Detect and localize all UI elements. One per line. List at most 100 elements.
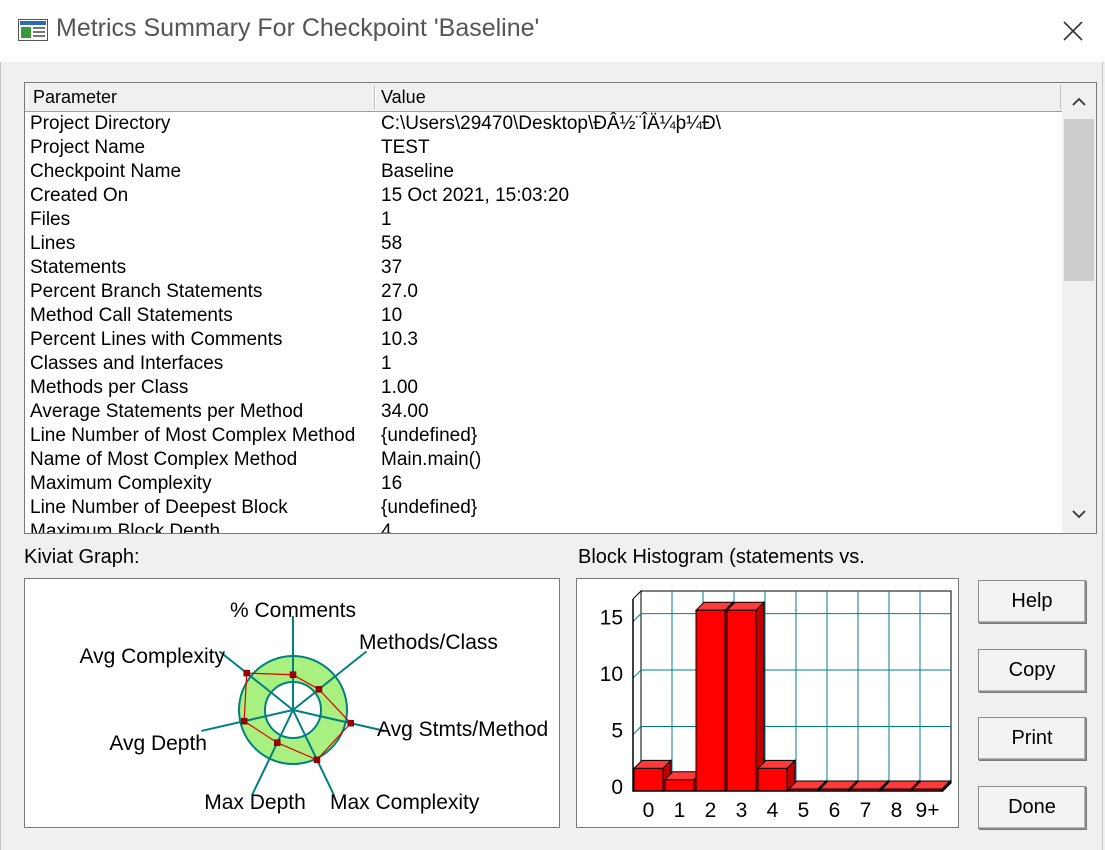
kiviat-axis-label: Max Depth (204, 791, 306, 814)
row-parameter: Files (30, 209, 71, 230)
list-header: Parameter Value (25, 83, 1062, 112)
histogram-bar (757, 767, 788, 792)
row-value: {undefined} (381, 497, 478, 518)
row-parameter: Project Directory (30, 113, 171, 134)
table-row[interactable]: Classes and Interfaces 1 (25, 352, 1062, 376)
row-value: 58 (381, 233, 403, 254)
row-parameter: Name of Most Complex Method (30, 449, 298, 470)
table-row[interactable]: Line Number of Most Complex Method {undef… (25, 424, 1062, 448)
done-button[interactable]: Done (978, 786, 1086, 829)
help-button[interactable]: Help (978, 580, 1086, 623)
histogram-x-tick: 4 (767, 799, 779, 822)
kiviat-point (240, 717, 248, 725)
scroll-up-button[interactable] (1062, 85, 1096, 119)
kiviat-axis-label: Avg Depth (109, 732, 207, 755)
table-row[interactable]: Checkpoint Name Baseline (25, 160, 1062, 184)
row-parameter: Checkpoint Name (30, 161, 182, 182)
app-icon (18, 19, 48, 41)
scroll-down-button[interactable] (1062, 497, 1096, 531)
window-title: Metrics Summary For Checkpoint 'Baseline… (56, 14, 540, 42)
table-row[interactable]: Method Call Statements 10 (25, 304, 1062, 328)
row-value: 27.0 (381, 281, 418, 302)
kiviat-point (289, 671, 297, 678)
table-row[interactable]: Created On 15 Oct 2021, 15:03:20 (25, 184, 1062, 208)
histogram-bar (695, 609, 726, 792)
kiviat-svg: % CommentsMethods/Class Avg Stmts/Method M… (79, 599, 548, 814)
histogram-bar (633, 767, 664, 792)
table-row[interactable]: Statements 37 (25, 256, 1062, 280)
table-row[interactable]: Percent Branch Statements 27.0 (25, 280, 1062, 304)
histogram-bar (726, 609, 757, 792)
kiviat-axis-label: Avg Stmts/Method (377, 718, 548, 741)
table-row[interactable]: Line Number of Deepest Block {undefined} (25, 496, 1062, 520)
row-value: 10 (381, 305, 403, 326)
row-parameter: Statements (30, 257, 127, 278)
kiviat-point (273, 739, 281, 746)
histogram-x-tick: 9+ (916, 799, 940, 822)
histogram-y-tick: 15 (600, 607, 623, 630)
kiviat-point (315, 686, 323, 693)
table-row[interactable]: Percent Lines with Comments 10.3 (25, 328, 1062, 352)
row-parameter: Methods per Class (30, 377, 189, 398)
histogram-x-tick: 7 (860, 799, 872, 822)
table-row[interactable]: Methods per Class 1.00 (25, 376, 1062, 400)
close-icon (1063, 21, 1083, 41)
table-row[interactable]: Project Directory C:\Users\29470\Desktop\… (25, 112, 1062, 136)
kiviat-point (313, 756, 321, 764)
row-parameter: Project Name (30, 137, 146, 158)
row-value: C:\Users\29470\Desktop\ÐÂ½¨ÎÄ¼þ¼Ð\ (381, 113, 722, 134)
row-parameter: Maximum Block Depth (30, 521, 221, 534)
close-button[interactable] (1050, 8, 1096, 54)
row-value: 1 (381, 353, 392, 374)
kiviat-axis-label: Max Complexity (330, 791, 480, 814)
table-row[interactable]: Files 1 (25, 208, 1062, 232)
row-value: 10.3 (381, 329, 418, 350)
copy-button[interactable]: Copy (978, 649, 1086, 692)
table-row[interactable]: Lines 58 (25, 232, 1062, 256)
kiviat-graph-label: Kiviat Graph: (24, 546, 140, 568)
kiviat-point (347, 719, 354, 727)
row-value: 34.00 (381, 401, 429, 422)
list-rows: Project Directory C:\Users\29470\Desktop\… (25, 112, 1062, 534)
histogram-x-tick: 2 (705, 799, 717, 822)
row-parameter: Average Statements per Method (30, 401, 304, 422)
vertical-scrollbar[interactable] (1062, 83, 1096, 533)
histogram-x-tick: 5 (798, 799, 810, 822)
kiviat-graph: % Comments Methods/Class Avg Stmts/Method M… (24, 578, 560, 828)
print-button[interactable]: Print (978, 717, 1086, 760)
table-row[interactable]: Name of Most Complex Method Main.main() (25, 448, 1062, 472)
histogram-y-tick: 0 (611, 776, 623, 799)
row-value: 1.00 (381, 377, 418, 398)
block-histogram: 0 5 10 15 0 1 2 3 4 5 6 7 8 9+ (576, 578, 959, 828)
histogram-x-tick: 8 (891, 799, 903, 822)
row-value: 37 (381, 257, 403, 278)
histogram-bar-side (755, 601, 765, 793)
row-value: 1 (381, 209, 392, 230)
row-parameter: Percent Branch Statements (30, 281, 263, 302)
histogram-x-tick: 0 (643, 799, 655, 822)
table-row[interactable]: Project Name TEST (25, 136, 1062, 160)
metrics-list[interactable]: Parameter Value Project Directory C:\User… (24, 82, 1097, 534)
histogram-bar (664, 779, 695, 792)
table-row[interactable]: Maximum Complexity 16 (25, 472, 1062, 496)
kiviat-axis-label: Avg Complexity (79, 645, 225, 668)
chevron-up-icon (1072, 97, 1086, 106)
row-parameter: Classes and Interfaces (30, 353, 224, 374)
histogram-y-tick: 5 (611, 720, 623, 743)
column-header-parameter[interactable]: Parameter (27, 85, 375, 109)
kiviat-axis-label: % Comments (230, 599, 356, 622)
histogram-x-tick: 6 (829, 799, 841, 822)
kiviat-axis-label: Methods/Class (359, 631, 498, 654)
row-value: {undefined} (381, 425, 478, 446)
column-header-value[interactable]: Value (375, 85, 1061, 109)
table-row[interactable]: Average Statements per Method 34.00 (25, 400, 1062, 424)
row-parameter: Line Number of Most Complex Method (30, 425, 356, 446)
scroll-thumb[interactable] (1064, 119, 1094, 281)
histogram-svg: 0510150 1 2 3 4 5 6 7 8 9+ (600, 589, 953, 822)
histogram-y-tick: 10 (600, 663, 623, 686)
table-row[interactable]: Maximum Block Depth 4 (25, 520, 1062, 534)
row-value: 4 (381, 521, 392, 534)
row-parameter: Line Number of Deepest Block (30, 497, 288, 518)
row-value: 15 Oct 2021, 15:03:20 (381, 185, 570, 206)
row-parameter: Method Call Statements (30, 305, 233, 326)
